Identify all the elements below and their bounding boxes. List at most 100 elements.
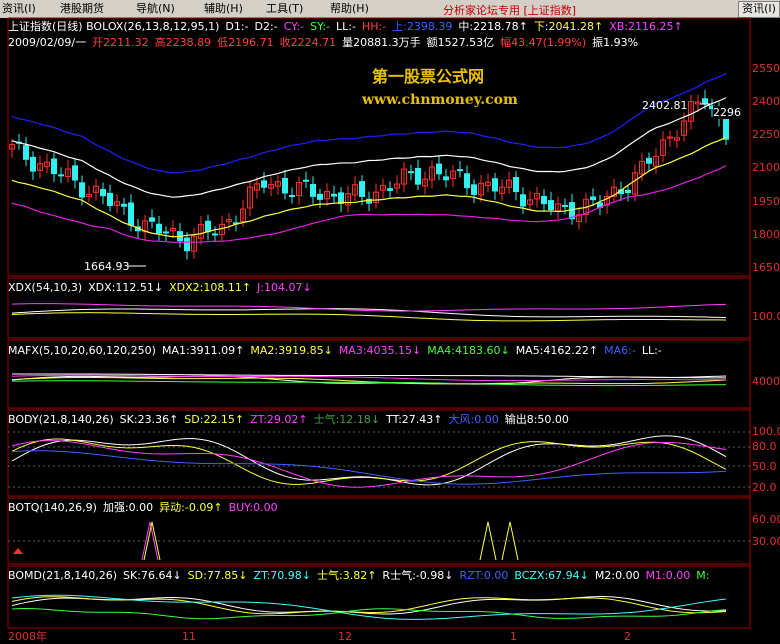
botq-title-row: BOTQ(140,26,9) 加强:0.00 异动:-0.09↑ BUY:0.00: [8, 501, 284, 514]
candle-body: [464, 173, 470, 189]
label-segment: 幅43.47(1.99%): [500, 36, 587, 49]
sd-line: [11, 438, 727, 485]
date-label-12: 12: [338, 630, 352, 643]
panel-frame: [7, 17, 751, 277]
label-segment: SD:77.85↓: [187, 569, 248, 582]
axis-body-0: 100.0: [752, 425, 780, 438]
low-price-label: 1664.93: [84, 260, 130, 273]
last-price-label: 2296: [713, 106, 741, 119]
date-label-1: 1: [510, 630, 517, 643]
label-segment: XDX(54,10,3): [8, 281, 83, 294]
axis-body-1: 80.0: [752, 440, 777, 453]
label-segment: 振1.93%: [592, 36, 639, 49]
candle-body: [331, 193, 337, 197]
candle-body: [317, 193, 323, 200]
label-segment: SD:22.15↑: [184, 413, 245, 426]
label-segment: XDX2:108.11↑: [169, 281, 252, 294]
candle-body: [520, 194, 526, 207]
candle-body: [408, 171, 414, 174]
candle-body: [149, 217, 155, 222]
label-segment: MA2:3919.85↓: [250, 344, 333, 357]
axis-main-0: 2550: [752, 62, 780, 75]
candle-body: [261, 180, 267, 188]
candle-body: [338, 192, 344, 205]
label-segment: SK:23.36↑: [119, 413, 179, 426]
candle-body: [436, 163, 442, 175]
mafx-title-row: MAFX(5,10,20,60,120,250) MA1:3911.09↑ MA2:…: [8, 344, 668, 357]
label-segment: MA6:-: [604, 344, 636, 357]
candle-body: [51, 158, 57, 175]
label-segment: RZT:0.00: [459, 569, 509, 582]
label-segment: 低2196.71: [217, 36, 274, 49]
candle-body: [282, 177, 288, 194]
candle-body: [359, 181, 365, 197]
label-segment: ZT:29.02↑: [250, 413, 308, 426]
label-segment: 大风:0.00: [448, 413, 499, 426]
label-segment: 输出8:50.00: [504, 413, 569, 426]
label-segment: 2009/02/09/一: [8, 36, 87, 49]
xdx-title-row: XDX(54,10,3) XDX:112.51↓ XDX2:108.11↑ J:104…: [8, 281, 318, 294]
label-segment: 收2224.71: [279, 36, 337, 49]
label-segment: D1:-: [225, 20, 249, 33]
axis-xdx-0: 100.0: [752, 310, 780, 323]
candle-body: [513, 177, 519, 193]
candle-body: [79, 182, 85, 198]
fengxiang-line: [11, 450, 727, 485]
axis-botq-1: 30.00: [752, 535, 780, 548]
label-segment: SK:76.64↓: [123, 569, 182, 582]
candle-body: [541, 195, 547, 205]
label-segment: 士气:12.18↓: [313, 413, 381, 426]
candle-body: [30, 156, 36, 172]
candle-body: [184, 237, 190, 252]
axis-body-3: 20.0: [752, 481, 777, 494]
label-segment: M1:0.00: [645, 569, 691, 582]
label-segment: BODY(21,8,140,26): [8, 413, 114, 426]
candle-body: [121, 203, 127, 207]
label-segment: LL:-: [336, 20, 356, 33]
label-segment: R士气:-0.98↓: [382, 569, 454, 582]
candle-body: [310, 184, 316, 197]
watermark-url: www.chnmoney.com: [362, 92, 518, 108]
axis-body-2: 50.0: [752, 460, 777, 473]
date-label-11: 11: [182, 630, 196, 643]
label-segment: D2:-: [254, 20, 278, 33]
xdx2-line: [11, 312, 727, 322]
watermark-title: 第一股票公式网: [372, 67, 485, 86]
label-segment: 异动:-0.09↑: [159, 501, 223, 514]
label-segment: 中:2218.78↑: [458, 20, 528, 33]
label-segment: HH:-: [361, 20, 387, 33]
candle-body: [443, 176, 449, 181]
candle-body: [72, 165, 78, 181]
candle-body: [702, 98, 708, 105]
upper-band-line: [11, 72, 727, 174]
candle-body: [415, 167, 421, 185]
candle-body: [23, 145, 29, 160]
label-segment: SY:-: [310, 20, 331, 33]
candle-body: [128, 202, 134, 226]
label-segment: ZT:70.98↓: [253, 569, 311, 582]
label-segment: BOTQ(140,26,9): [8, 501, 97, 514]
bomd-title-row: BOMD(21,8,140,26) SK:76.64↓ SD:77.85↓ ZT:70…: [8, 569, 715, 582]
axis-main-5: 1800: [752, 228, 780, 241]
candle-body: [156, 223, 162, 234]
axis-main-2: 2250: [752, 128, 780, 141]
date-label-2008: 2008年: [8, 630, 47, 643]
label-segment: M2:0.00: [594, 569, 640, 582]
label-segment: CY:-: [283, 20, 305, 33]
main-title-row: 上证指数(日线) BOLOX(26,13,8,12,95,1) D1:- D2:- C…: [8, 20, 689, 33]
label-segment: 士气:3.82↑: [317, 569, 377, 582]
label-segment: BOMD(21,8,140,26): [8, 569, 118, 582]
label-segment: 加强:0.00: [102, 501, 154, 514]
candle-body: [471, 184, 477, 195]
label-segment: 上证指数(日线) BOLOX(26,13,8,12,95,1): [8, 20, 220, 33]
candle-body: [492, 178, 498, 192]
high-price-label: 2402.81: [642, 99, 688, 112]
label-segment: 下:2041.28↑: [533, 20, 604, 33]
label-segment: MA1:3911.09↑: [161, 344, 245, 357]
buy-marker-icon: [13, 548, 23, 554]
candle-body: [205, 220, 211, 233]
label-segment: 量20881.3万手: [342, 36, 421, 49]
candle-body: [303, 179, 309, 182]
candle-body: [107, 192, 113, 207]
label-segment: J:104.07↓: [257, 281, 312, 294]
